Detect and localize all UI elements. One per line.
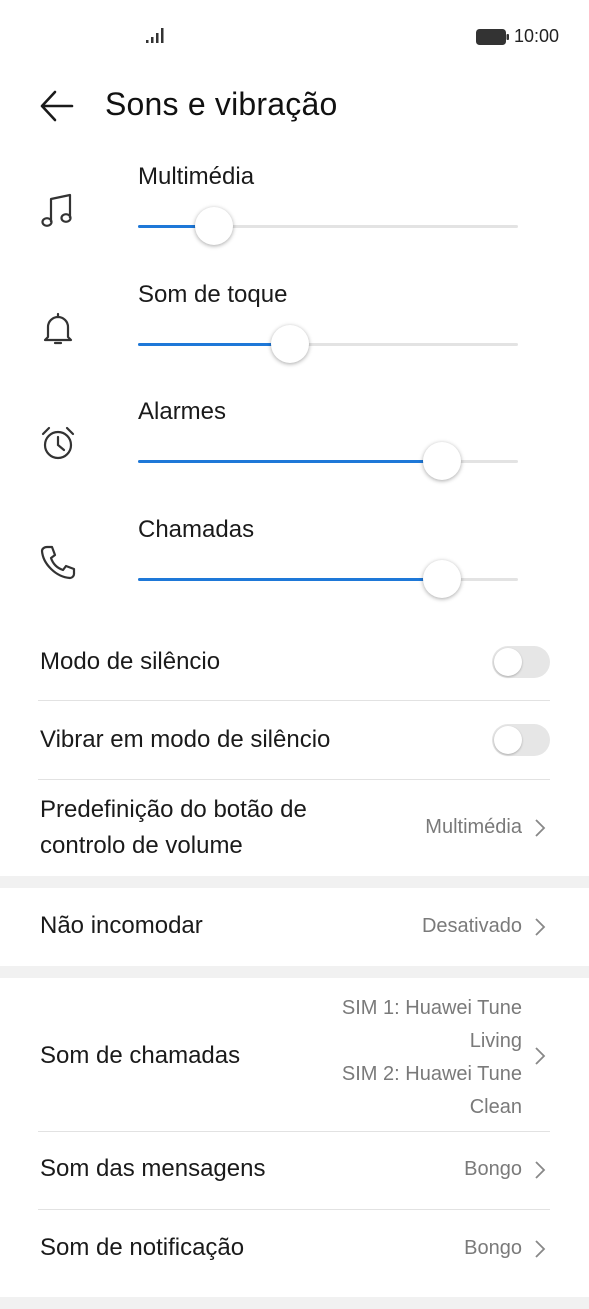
dnd-label: Não incomodar — [40, 912, 203, 939]
slider-thumb[interactable] — [423, 442, 461, 480]
section-separator — [0, 966, 589, 978]
message-sound-label: Som das mensagens — [40, 1155, 266, 1182]
dnd-value: Desativado — [421, 915, 522, 937]
volume-button-label: Predefinição do botão de controlo de vol… — [40, 792, 307, 864]
message-sound-value: Bongo — [464, 1158, 522, 1180]
toggle-knob — [494, 648, 522, 676]
ringtone-volume-slider[interactable] — [138, 324, 518, 364]
music-note-icon — [41, 193, 72, 227]
slider-thumb[interactable] — [195, 207, 233, 245]
phone-icon — [40, 545, 76, 580]
volume-multimedia: Multimédia — [0, 163, 589, 279]
volume-button-row[interactable]: Predefinição do botão de controlo de vol… — [38, 790, 550, 866]
notification-sound-label: Som de notificação — [40, 1234, 245, 1261]
ringtone-row[interactable]: Som de chamadas SIM 1: Huawei Tune Livin… — [38, 992, 550, 1124]
divider — [38, 1209, 550, 1210]
battery-icon — [476, 29, 509, 45]
status-bar: 10:00 — [0, 0, 589, 70]
section-separator — [0, 876, 589, 888]
divider — [38, 1131, 550, 1132]
toggle-knob — [494, 726, 522, 754]
calls-volume-slider[interactable] — [138, 559, 518, 599]
alarm-clock-icon — [41, 426, 75, 460]
chevron-right-icon — [535, 819, 546, 837]
chevron-right-icon — [535, 1161, 546, 1179]
volume-label: Multimédia — [138, 163, 255, 190]
silent-mode-label: Modo de silêncio — [40, 648, 221, 675]
sim2-ringtone-line: Clean — [469, 1096, 522, 1118]
silent-mode-toggle[interactable] — [492, 646, 550, 678]
dnd-row[interactable]: Não incomodar Desativado — [38, 904, 550, 950]
ringtone-values: SIM 1: Huawei Tune Living SIM 2: Huawei … — [262, 992, 522, 1124]
section-separator — [0, 1297, 589, 1309]
volume-label: Chamadas — [138, 516, 255, 543]
divider — [38, 779, 550, 780]
volume-calls: Chamadas — [0, 516, 589, 632]
slider-fill — [138, 343, 290, 346]
volume-button-value: Multimédia — [425, 816, 522, 838]
label-line: Predefinição do botão de — [40, 796, 307, 823]
divider — [38, 700, 550, 701]
multimedia-volume-slider[interactable] — [138, 206, 518, 246]
silent-mode-row[interactable]: Modo de silêncio — [38, 640, 550, 686]
slider-fill — [138, 460, 442, 463]
chevron-right-icon — [535, 918, 546, 936]
ringtone-label: Som de chamadas — [40, 1042, 241, 1069]
alarms-volume-slider[interactable] — [138, 441, 518, 481]
vibrate-silent-row[interactable]: Vibrar em modo de silêncio — [38, 718, 550, 764]
vibrate-silent-toggle[interactable] — [492, 724, 550, 756]
clock: 10:00 — [514, 26, 560, 46]
notification-sound-row[interactable]: Som de notificação Bongo — [38, 1226, 550, 1272]
sim1-ringtone-line: SIM 1: Huawei Tune — [341, 997, 522, 1019]
volume-alarms: Alarmes — [0, 398, 589, 514]
app-header: Sons e vibração — [0, 72, 589, 142]
slider-thumb[interactable] — [423, 560, 461, 598]
notification-sound-value: Bongo — [464, 1237, 522, 1259]
label-line: controlo de volume — [40, 832, 243, 859]
chevron-right-icon — [535, 1047, 546, 1065]
back-arrow-icon[interactable] — [38, 89, 76, 123]
sim1-ringtone-line: Living — [469, 1030, 522, 1052]
message-sound-row[interactable]: Som das mensagens Bongo — [38, 1147, 550, 1193]
vibrate-silent-label: Vibrar em modo de silêncio — [40, 726, 331, 753]
volume-label: Som de toque — [138, 281, 288, 308]
sim2-ringtone-line: SIM 2: Huawei Tune — [341, 1063, 522, 1085]
chevron-right-icon — [535, 1240, 546, 1258]
volume-label: Alarmes — [138, 398, 227, 425]
slider-thumb[interactable] — [271, 325, 309, 363]
slider-fill — [138, 578, 442, 581]
page-title: Sons e vibração — [105, 86, 338, 122]
volume-ringtone: Som de toque — [0, 281, 589, 397]
signal-icon — [146, 28, 164, 43]
bell-icon — [43, 312, 73, 345]
